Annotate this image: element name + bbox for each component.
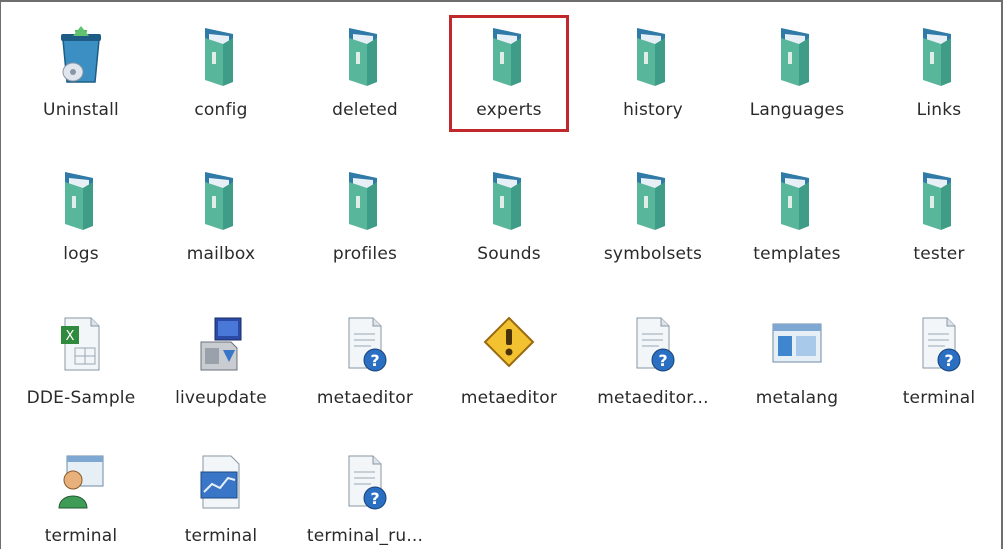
folder-label: templates (753, 244, 841, 264)
file-label: liveupdate (175, 388, 267, 408)
file-label: DDE-Sample (26, 388, 136, 408)
help-file-icon: ? (348, 317, 387, 372)
file-terminal-help[interactable]: ? terminal (879, 312, 999, 432)
help-file-icon: ? (922, 317, 961, 372)
file-metalang[interactable]: metalang (737, 312, 857, 432)
svg-text:X: X (66, 329, 75, 344)
file-label: terminal (902, 388, 976, 408)
excel-file-icon: X (61, 317, 100, 371)
folder-label: config (194, 100, 248, 120)
folder-symbolsets[interactable]: symbolsets (593, 168, 713, 288)
folder-tester[interactable]: tester (879, 168, 999, 288)
file-label: terminal_ru... (306, 526, 424, 546)
folder-deleted[interactable]: deleted (305, 24, 425, 144)
file-terminal-ru[interactable]: ? terminal_ru... (305, 450, 425, 549)
user-app-icon (58, 455, 104, 509)
svg-text:?: ? (370, 351, 379, 370)
help-file-icon: ? (348, 455, 387, 510)
svg-text:?: ? (944, 351, 953, 370)
file-label: Uninstall (43, 100, 119, 120)
folder-profiles[interactable]: profiles (305, 168, 425, 288)
folder-templates[interactable]: templates (737, 168, 857, 288)
folder-sounds[interactable]: Sounds (449, 168, 569, 288)
folder-icon (65, 172, 93, 230)
file-label: terminal (44, 526, 118, 546)
file-terminal-user[interactable]: terminal (21, 450, 141, 549)
folder-languages[interactable]: Languages (737, 24, 857, 144)
folder-icon (205, 28, 233, 86)
folder-icon (493, 172, 521, 230)
svg-text:?: ? (658, 351, 667, 370)
folder-icon (349, 172, 377, 230)
folder-label: Sounds (477, 244, 541, 264)
folder-config[interactable]: config (161, 24, 281, 144)
file-metaeditor-help[interactable]: ? metaeditor (305, 312, 425, 432)
file-metaeditor-truncated[interactable]: ? metaeditor... (593, 312, 713, 432)
file-label: metaeditor... (597, 388, 709, 408)
folder-icon (349, 28, 377, 86)
folder-label: Languages (749, 100, 845, 120)
folder-history[interactable]: history (593, 24, 713, 144)
folder-icon (923, 172, 951, 230)
folder-links[interactable]: Links (879, 24, 999, 144)
folder-mailbox[interactable]: mailbox (161, 168, 281, 288)
folder-icon (781, 172, 809, 230)
folder-label: mailbox (186, 244, 256, 264)
chart-app-icon (200, 455, 240, 509)
folder-icon (781, 28, 809, 86)
file-label: terminal (184, 526, 258, 546)
folder-label: Links (916, 100, 962, 120)
folder-icon (637, 172, 665, 230)
folder-icon (637, 28, 665, 86)
folder-label: history (623, 100, 683, 120)
file-uninstall[interactable]: Uninstall (21, 24, 141, 144)
window-app-icon (772, 323, 822, 363)
file-metaeditor-warning[interactable]: metaeditor (449, 312, 569, 432)
folder-label: tester (913, 244, 965, 264)
file-label: metalang (755, 388, 839, 408)
help-file-icon: ? (636, 317, 675, 372)
warning-icon (483, 316, 535, 368)
folder-logs[interactable]: logs (21, 168, 141, 288)
folder-label: deleted (332, 100, 398, 120)
folder-icon (205, 172, 233, 230)
file-terminal-chart[interactable]: terminal (161, 450, 281, 549)
selection-highlight (449, 15, 569, 132)
folder-label: symbolsets (603, 244, 703, 264)
file-label: metaeditor (316, 388, 414, 408)
file-label: metaeditor (460, 388, 558, 408)
folder-label: profiles (332, 244, 398, 264)
folder-icon (923, 28, 951, 86)
uninstall-bin-icon (61, 26, 101, 83)
folder-label: logs (63, 244, 99, 264)
file-explorer-view: Uninstall config deleted experts history… (0, 0, 1003, 549)
installer-icon (200, 317, 242, 371)
file-dde-sample[interactable]: X DDE-Sample (21, 312, 141, 432)
file-liveupdate[interactable]: liveupdate (161, 312, 281, 432)
svg-text:?: ? (370, 489, 379, 508)
